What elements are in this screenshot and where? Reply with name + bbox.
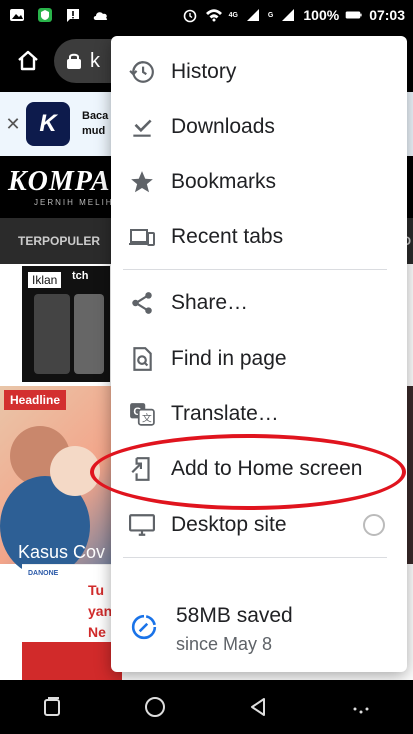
more-system-button[interactable] [341,687,381,727]
menu-item-translate[interactable]: G文 Translate… [111,388,407,440]
devices-icon [129,224,155,250]
overflow-menu: History Downloads Bookmarks Recent tabs [111,36,407,672]
home-icon [18,50,38,71]
iklan-label: Iklan [28,272,62,288]
menu-label: Find in page [171,347,287,370]
download-icon [129,114,155,140]
bottom-ad-banner [22,642,122,680]
menu-item-history[interactable]: History [111,46,407,98]
back-icon [251,698,266,716]
share-icon [129,290,155,316]
lock-icon [66,52,82,70]
ad-phone-image [34,294,70,374]
data-saver-icon [131,614,157,640]
menu-label: History [171,60,237,83]
bottom-ad-text: Tu yan Ne [88,580,112,643]
ad-brand: DANONE [28,570,59,577]
data-saved-amount: 58MB saved [176,604,293,627]
menu-divider-2 [123,557,387,558]
back-button[interactable] [238,687,278,727]
alarm-icon [181,6,199,24]
bottom-ad-line2: yan [88,603,113,619]
ad-phone-text: tch [72,270,89,282]
translate-icon: G文 [129,401,155,427]
recents-icon [43,697,60,716]
ad-phone-image-2 [74,294,104,374]
signal-icon [244,6,262,24]
network-type-1: 4G [228,11,238,19]
headline-caption[interactable]: Kasus Cov [18,542,105,563]
ad-text-line1: Baca [82,110,109,122]
menu-item-downloads[interactable]: Downloads [111,101,407,153]
ad-text-line2: mud [82,125,106,137]
star-icon [129,169,155,195]
alert-message-icon [64,6,82,24]
menu-item-recent-tabs[interactable]: Recent tabs [111,211,407,263]
menu-label: Share… [171,291,249,314]
menu-label: Bookmarks [171,170,277,193]
nav-item-terpopuler[interactable]: TERPOPULER [18,234,100,248]
menu-label: Desktop site [171,513,287,536]
menu-item-share[interactable]: Share… [111,277,407,329]
menu-label: Translate… [171,402,279,425]
svg-text:文: 文 [142,412,152,425]
battery-percent: 100% [303,7,340,23]
find-in-page-icon [129,346,155,372]
clock: 07:03 [369,7,405,23]
image-icon [8,6,26,24]
highlight-annotation [90,434,406,510]
bottom-ad-line1: Tu [88,582,105,598]
ad-logo: K [26,102,70,146]
menu-item-bookmarks[interactable]: Bookmarks [111,156,407,208]
menu-divider [123,269,387,270]
network-type-2: G [267,11,274,19]
shield-app-icon [36,6,54,24]
wifi-icon [205,6,223,24]
headline-badge: Headline [4,390,67,410]
url-text: k [90,49,100,72]
cloud-icon [92,6,110,24]
battery-icon [345,6,363,24]
dots-icon [353,707,369,714]
system-nav-bar [0,680,413,734]
ad-text: Baca mud [82,109,108,139]
signal-icon-2 [279,6,297,24]
history-icon [129,59,155,85]
desktop-site-checkbox[interactable] [363,514,385,536]
close-ad-icon[interactable]: ✕ [0,114,26,135]
home-circle-icon [144,697,165,717]
desktop-icon [129,512,155,538]
menu-label: Downloads [171,115,275,138]
bottom-ad-line3: Ne [88,624,106,640]
data-saved-since: since May 8 [176,634,273,654]
screen: 4G G 100% 07:03 k ✕ K Baca mud KOMPA JER… [0,0,413,734]
home-button[interactable] [8,41,48,81]
recents-button[interactable] [32,687,72,727]
menu-label: Recent tabs [171,225,284,248]
status-bar: 4G G 100% 07:03 [0,0,413,30]
menu-item-find-in-page[interactable]: Find in page [111,333,407,385]
home-system-button[interactable] [135,687,175,727]
